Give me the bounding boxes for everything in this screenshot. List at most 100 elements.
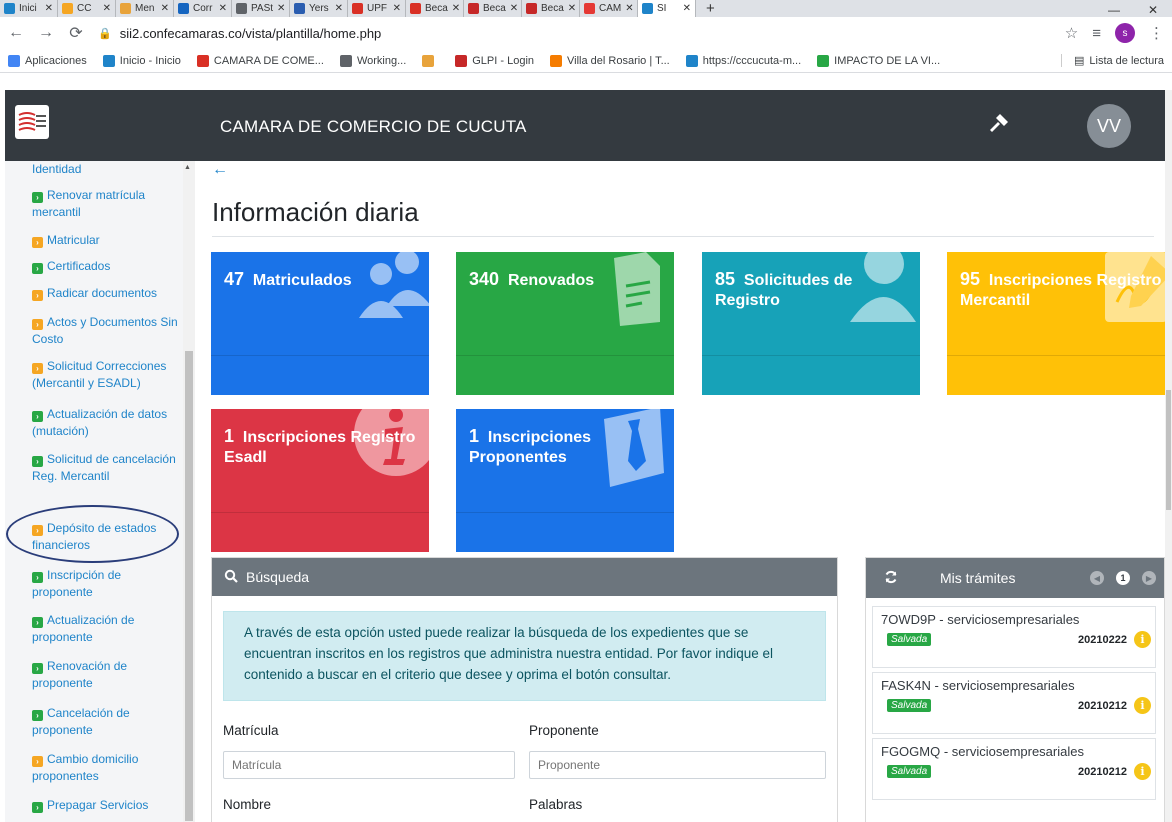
reading-list-icon[interactable]: ≡ [1092, 25, 1101, 42]
close-icon[interactable]: ✕ [45, 3, 53, 14]
menu-dots-icon[interactable]: ⋮ [1149, 24, 1164, 42]
browser-toolbar: ← → ⟳ 🔒 sii2.confecamaras.co/vista/plant… [0, 17, 1172, 49]
sidebar-item[interactable]: › Actualización de datos (mutación) [32, 406, 182, 440]
user-avatar[interactable]: VV [1087, 104, 1131, 148]
close-icon[interactable]: ✕ [103, 3, 111, 14]
sidebar-item[interactable]: › Actualización de proponente [32, 612, 182, 646]
bookmark-item[interactable]: Aplicaciones [8, 54, 87, 67]
sidebar-item[interactable]: Identidad [32, 161, 182, 178]
browser-tab[interactable]: SI ✕ [638, 0, 696, 17]
minimize-icon[interactable]: — [1108, 3, 1120, 17]
stat-card[interactable]: 1 Inscripciones Proponentes [456, 409, 674, 552]
info-icon[interactable]: i [1134, 697, 1151, 714]
next-page-icon[interactable]: ▶ [1142, 571, 1156, 585]
browser-tab[interactable]: PASt ✕ [232, 0, 290, 17]
browser-tab[interactable]: Beca ✕ [406, 0, 464, 17]
reading-list-button[interactable]: ▤ Lista de lectura [1060, 54, 1164, 67]
stat-card-footer[interactable] [211, 512, 429, 552]
sidebar-scrollbar[interactable]: ▲ [183, 161, 195, 822]
close-icon[interactable]: ✕ [393, 3, 401, 14]
close-icon[interactable]: ✕ [161, 3, 169, 14]
tab-favicon-icon [352, 3, 363, 14]
tramite-item[interactable]: FGOGMQ - serviciosempresariales Salvada 20… [872, 738, 1156, 800]
browser-tab[interactable]: Beca ✕ [522, 0, 580, 17]
stat-card[interactable]: 340 Renovados [456, 252, 674, 395]
browser-tab[interactable]: Men ✕ [116, 0, 174, 17]
stat-card-footer[interactable] [702, 355, 920, 395]
sidebar-item[interactable]: › Cambio domicilio proponentes [32, 751, 182, 785]
close-icon[interactable]: ✕ [683, 3, 691, 14]
reload-icon[interactable]: ⟳ [68, 23, 84, 43]
stat-card-footer[interactable] [947, 355, 1165, 395]
bookmark-item[interactable]: Inicio - Inicio [102, 54, 181, 67]
back-link-icon[interactable]: ← [212, 161, 228, 179]
close-window-icon[interactable]: ✕ [1148, 3, 1158, 17]
browser-tab[interactable]: Beca ✕ [464, 0, 522, 17]
close-icon[interactable]: ✕ [568, 3, 576, 14]
bookmark-item[interactable]: Working... [339, 54, 406, 67]
scroll-up-icon[interactable]: ▲ [184, 164, 191, 171]
tramites-panel: Mis trámites ◀ 1 ▶ 7OWD9P - serviciosemp… [865, 557, 1165, 822]
camara-logo[interactable] [15, 105, 49, 139]
tramite-item[interactable]: 7OWD9P - serviciosempresariales Salvada 20… [872, 606, 1156, 668]
bookmark-item[interactable]: CAMARA DE COME... [196, 54, 324, 67]
page-scrollbar-thumb[interactable] [1166, 390, 1171, 510]
bookmark-item[interactable]: Villa del Rosario | T... [550, 54, 670, 67]
stat-card[interactable]: 47 Matriculados [211, 252, 429, 395]
sidebar-item[interactable]: › Radicar documentos [32, 285, 182, 302]
tramite-item[interactable]: FASK4N - serviciosempresariales Salvada 20… [872, 672, 1156, 734]
gavel-icon[interactable] [987, 111, 1011, 141]
sidebar-item[interactable]: › Actos y Documentos Sin Costo [32, 314, 182, 348]
info-icon[interactable]: i [1134, 631, 1151, 648]
close-icon[interactable]: ✕ [625, 3, 633, 14]
browser-tab[interactable]: Corr ✕ [174, 0, 232, 17]
info-icon[interactable]: i [1134, 763, 1151, 780]
sidebar-item[interactable]: › Matricular [32, 232, 182, 249]
search-info-text: A través de esta opción usted puede real… [223, 611, 826, 701]
browser-tab[interactable]: UPF ✕ [348, 0, 406, 17]
browser-tab[interactable]: CC ✕ [58, 0, 116, 17]
refresh-icon[interactable] [884, 570, 898, 587]
close-icon[interactable]: ✕ [335, 3, 343, 14]
stat-card[interactable]: 95 Inscripciones Registro Mercantil [947, 252, 1165, 395]
sidebar-item[interactable]: › Cancelación de proponente [32, 705, 182, 739]
proponente-input[interactable] [529, 751, 826, 779]
sidebar-item[interactable]: › Renovación de proponente [32, 658, 182, 692]
bookmark-item[interactable]: GLPI - Login [455, 54, 535, 67]
close-icon[interactable]: ✕ [277, 3, 285, 14]
new-tab-icon[interactable]: + [696, 0, 725, 17]
sidebar-item[interactable]: › Renovar matrícula mercantil [32, 187, 182, 221]
sidebar-item[interactable]: › Solicitud de cancelación Reg. Mercantil [32, 451, 182, 485]
sidebar-item[interactable]: › Solicitud Correcciones (Mercantil y ESA… [32, 358, 182, 392]
bookmark-label: GLPI - Login [472, 54, 535, 67]
address-bar[interactable]: 🔒 sii2.confecamaras.co/vista/plantilla/h… [98, 20, 1051, 46]
close-icon[interactable]: ✕ [219, 3, 227, 14]
sidebar-item[interactable]: › Certificados [32, 258, 182, 275]
page-scrollbar[interactable] [1165, 90, 1172, 822]
matricula-input[interactable] [223, 751, 515, 779]
star-icon[interactable]: ☆ [1065, 24, 1078, 42]
stat-card-footer[interactable] [211, 355, 429, 395]
close-icon[interactable]: ✕ [452, 3, 460, 14]
stat-card[interactable]: 85 Solicitudes de Registro [702, 252, 920, 395]
stat-card-footer[interactable] [456, 355, 674, 395]
sidebar-item[interactable]: › Prepagar Servicios [32, 797, 182, 814]
scrollbar-thumb[interactable] [185, 351, 193, 821]
browser-tab[interactable]: Inici ✕ [0, 0, 58, 17]
sidebar-item-label: Matricular [47, 233, 100, 247]
forward-arrow-icon[interactable]: → [38, 24, 54, 42]
sidebar-item[interactable]: › Inscripción de proponente [32, 567, 182, 601]
tab-label: SI [657, 3, 667, 14]
bookmark-item[interactable] [422, 54, 439, 67]
bookmark-item[interactable]: IMPACTO DE LA VI... [817, 54, 940, 67]
browser-tab[interactable]: Yers ✕ [290, 0, 348, 17]
prev-page-icon[interactable]: ◀ [1090, 571, 1104, 585]
browser-tab[interactable]: CAM ✕ [580, 0, 638, 17]
profile-avatar[interactable]: s [1115, 23, 1135, 43]
stat-card[interactable]: 1 Inscripciones Registro Esadl [211, 409, 429, 552]
back-arrow-icon[interactable]: ← [8, 24, 24, 42]
bookmark-item[interactable]: https://cccucuta-m... [685, 54, 801, 67]
stat-card-footer[interactable] [456, 512, 674, 552]
current-page[interactable]: 1 [1116, 571, 1130, 585]
close-icon[interactable]: ✕ [510, 3, 518, 14]
